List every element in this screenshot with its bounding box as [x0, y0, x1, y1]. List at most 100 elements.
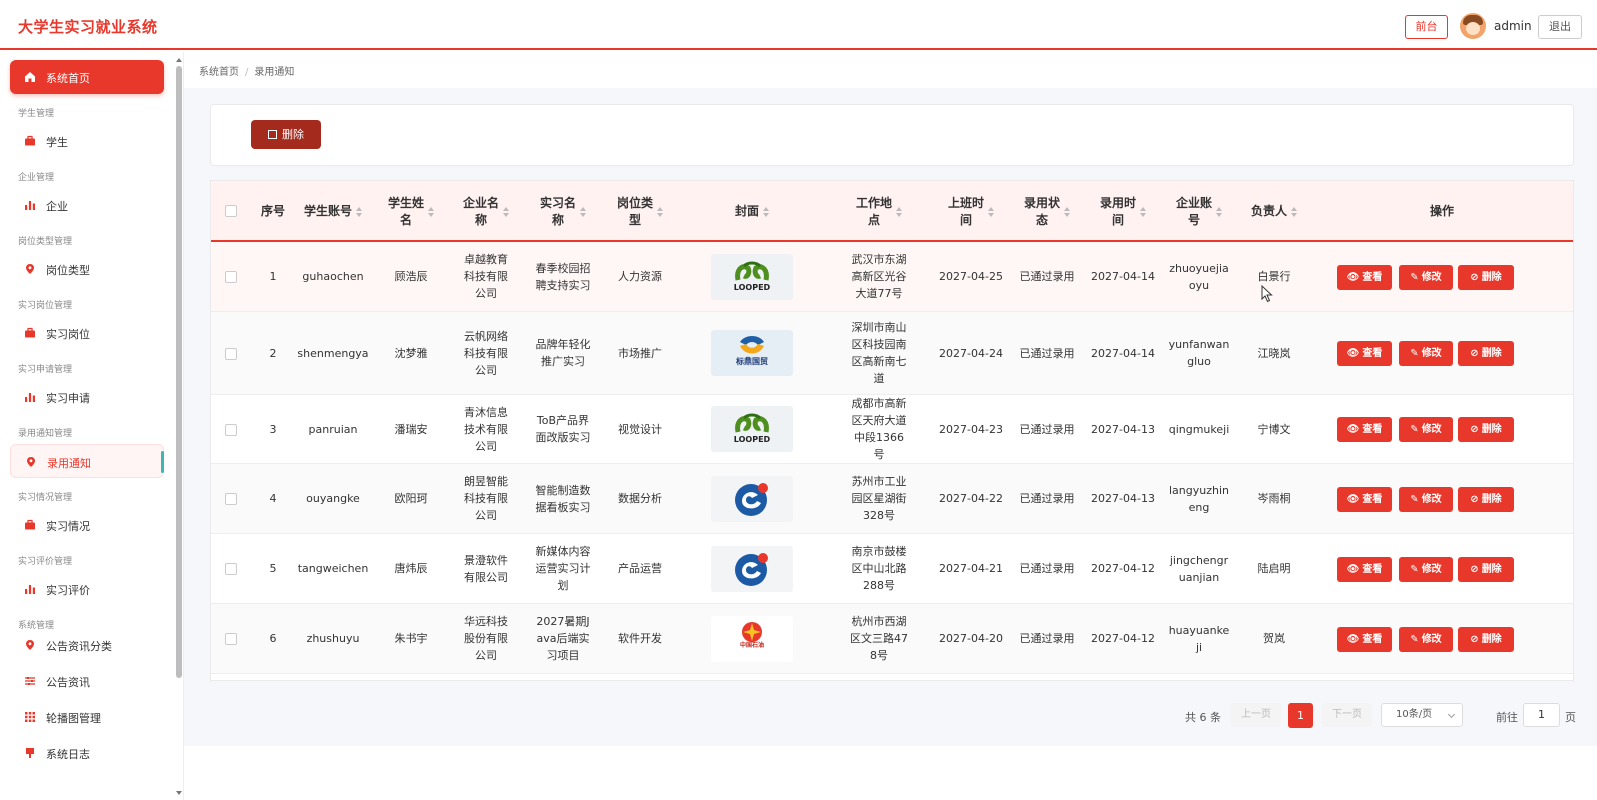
page-number-current[interactable]: 1 [1288, 703, 1313, 728]
sidebar-item-label: 公告资讯 [46, 676, 90, 689]
batch-delete-button[interactable]: 删除 [251, 120, 321, 149]
sidebar-item[interactable]: 系统日志 [10, 736, 164, 770]
column-header[interactable]: 上班时间 [933, 181, 1009, 242]
cover-image[interactable] [711, 475, 793, 522]
delete-button[interactable]: ⊘ 删除 [1458, 341, 1514, 366]
column-header[interactable]: 企业名称 [447, 181, 525, 242]
edit-button[interactable]: ✎ 修改 [1399, 341, 1453, 366]
row-checkbox[interactable] [225, 347, 237, 360]
view-button[interactable]: 👁 查看 [1337, 341, 1392, 366]
table-row[interactable]: 4 ouyangke 欧阳珂 朗昱智能科技有限公司 智能制造数据看板实习 数据分析 苏州市工… [211, 464, 1573, 534]
username: admin [1494, 19, 1532, 33]
prev-page-button[interactable]: 上一页 [1231, 703, 1281, 727]
table-row[interactable]: 5 tangweichen 唐炜辰 景澄软件有限公司 新媒体内容运营实习计划 产品运营 南京… [211, 534, 1573, 604]
sidebar-item[interactable]: 录用通知 [10, 444, 164, 478]
sort-icon[interactable] [988, 206, 994, 217]
edit-button[interactable]: ✎ 修改 [1399, 486, 1453, 512]
table-row[interactable]: 3 panruian 潘瑞安 青沐信息技术有限公司 ToB产品界面改版实习 视觉设计 LOO… [211, 395, 1573, 464]
delete-button[interactable]: ⊘ 删除 [1458, 264, 1514, 290]
next-page-button[interactable]: 下一页 [1322, 703, 1372, 727]
table-row[interactable]: 6 zhushuyu 朱书宇 华远科技股份有限公司 2027暑期Java后端实习项目 软件… [211, 604, 1573, 674]
cell-name: 朱书宇 [394, 632, 428, 645]
sort-icon[interactable] [896, 206, 902, 217]
sidebar-item[interactable]: 实习情况 [10, 508, 164, 542]
delete-button[interactable]: ⊘ 删除 [1458, 417, 1514, 442]
column-header[interactable]: 录用状态 [1009, 181, 1085, 242]
sort-icon[interactable] [657, 206, 663, 217]
column-header[interactable]: 企业账号 [1161, 181, 1237, 242]
sidebar-item[interactable]: 岗位类型 [10, 252, 164, 286]
sidebar-item[interactable]: 公告资讯 [10, 664, 164, 698]
pin-icon [26, 640, 34, 650]
delete-circle-icon: ⊘ [1470, 493, 1479, 505]
scrollbar-thumb[interactable] [176, 66, 182, 678]
sort-icon[interactable] [1064, 206, 1070, 217]
sidebar-item[interactable]: 企业 [10, 188, 164, 222]
app-title: 大学生实习就业系统 [18, 18, 158, 36]
front-button[interactable]: 前台 [1405, 15, 1448, 39]
cover-image[interactable]: 中国石油 [711, 615, 793, 662]
goto-label: 前往 [1496, 711, 1518, 724]
sidebar-item[interactable]: 实习评价 [10, 572, 164, 606]
sort-icon[interactable] [356, 206, 362, 217]
goto-page-input[interactable]: 1 [1523, 703, 1560, 727]
cover-label: LOOPED [733, 435, 771, 444]
row-checkbox[interactable] [225, 563, 237, 575]
cell-corp_account: langyuzhineng [1168, 483, 1229, 514]
column-header[interactable]: 学生姓名 [375, 181, 447, 242]
breadcrumb-home[interactable]: 系统首页 [199, 67, 239, 78]
sidebar-item[interactable]: 公告资讯分类 [10, 628, 164, 662]
page-size-select[interactable]: 10条/页 [1381, 703, 1463, 727]
sidebar-scrollbar[interactable] [176, 58, 182, 798]
delete-button[interactable]: ⊘ 删除 [1458, 626, 1514, 652]
sort-icon[interactable] [428, 206, 434, 217]
view-button[interactable]: 👁 查看 [1337, 556, 1392, 582]
cell-status: 已通过录用 [1019, 422, 1075, 436]
logout-button[interactable]: 退出 [1538, 15, 1582, 39]
sort-icon[interactable] [1216, 206, 1222, 217]
cover-image[interactable]: LOOPED [711, 253, 793, 300]
sort-icon[interactable] [503, 206, 509, 217]
scroll-up-arrow-icon[interactable] [176, 58, 182, 62]
select-all-checkbox[interactable] [225, 205, 237, 217]
sidebar-item-home[interactable]: 系统首页 [10, 60, 164, 94]
scroll-down-arrow-icon[interactable] [176, 791, 182, 795]
row-checkbox[interactable] [225, 271, 237, 283]
row-checkbox[interactable] [225, 493, 237, 505]
column-header[interactable]: 学生账号 [291, 181, 375, 242]
edit-button[interactable]: ✎ 修改 [1399, 264, 1453, 290]
column-header[interactable]: 实习名称 [525, 181, 601, 242]
breadcrumb-current: 录用通知 [254, 67, 295, 78]
cover-image[interactable]: 标鼎国贸 [711, 330, 793, 376]
sort-icon[interactable] [1291, 206, 1297, 217]
delete-button[interactable]: ⊘ 删除 [1458, 486, 1514, 512]
row-checkbox[interactable] [225, 633, 237, 645]
column-header[interactable]: 工作地点 [825, 181, 933, 242]
view-button[interactable]: 👁 查看 [1337, 264, 1392, 290]
column-header[interactable]: 负责人 [1237, 181, 1311, 242]
sidebar-item[interactable]: 轮播图管理 [10, 700, 164, 734]
column-header[interactable]: 岗位类型 [601, 181, 679, 242]
edit-button[interactable]: ✎ 修改 [1399, 626, 1453, 652]
view-button[interactable]: 👁 查看 [1337, 626, 1392, 652]
sidebar-item[interactable]: 实习岗位 [10, 316, 164, 350]
cover-image[interactable] [711, 545, 793, 592]
sidebar-item[interactable]: 实习申请 [10, 380, 164, 414]
sort-icon[interactable] [1140, 206, 1146, 217]
sort-icon[interactable] [580, 206, 586, 217]
edit-button[interactable]: ✎ 修改 [1399, 556, 1453, 582]
sort-icon[interactable] [763, 206, 769, 217]
sidebar-item[interactable]: 学生 [10, 124, 164, 158]
column-header[interactable]: 录用时间 [1085, 181, 1161, 242]
view-button[interactable]: 👁 查看 [1337, 486, 1392, 512]
sidebar-item-label: 系统日志 [46, 748, 90, 761]
edit-button[interactable]: ✎ 修改 [1399, 417, 1453, 442]
avatar[interactable] [1460, 13, 1486, 39]
column-header[interactable]: 封面 [679, 181, 825, 242]
delete-button[interactable]: ⊘ 删除 [1458, 556, 1514, 582]
table-row[interactable]: 1 guhaochen 顾浩辰 卓越教育科技有限公司 春季校园招聘支持实习 人力资源 LOO… [211, 242, 1573, 312]
table-row[interactable]: 2 shenmengya 沈梦雅 云帆网络科技有限公司 品牌年轻化推广实习 市场推广 标鼎国… [211, 312, 1573, 395]
view-button[interactable]: 👁 查看 [1337, 417, 1392, 442]
cover-image[interactable]: LOOPED [711, 406, 793, 452]
row-checkbox[interactable] [225, 423, 237, 436]
